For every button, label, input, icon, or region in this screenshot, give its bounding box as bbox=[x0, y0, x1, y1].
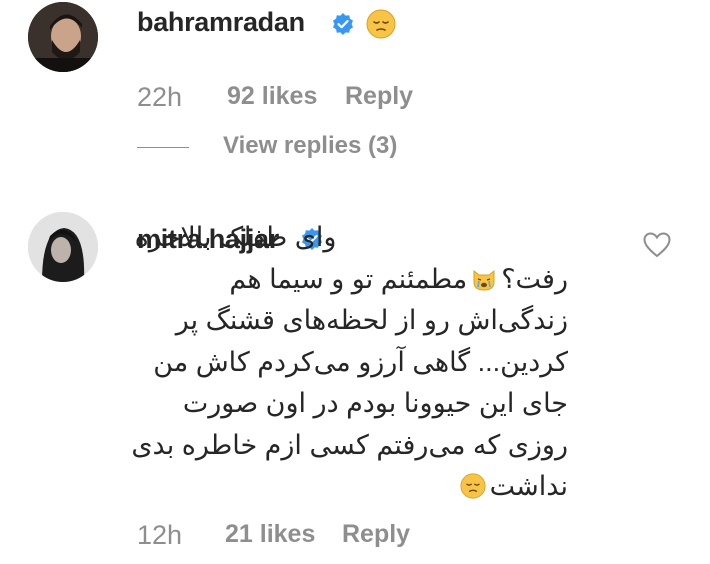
timestamp: 22h bbox=[137, 82, 183, 112]
comment-mitra-hajjar: mitra.hajjar وای طفلک بالاخره رفت؟ مطمئن… bbox=[0, 190, 710, 564]
likes-count[interactable]: 21 likes bbox=[225, 520, 315, 549]
avatar[interactable] bbox=[28, 212, 98, 282]
view-replies-label: View replies (3) bbox=[223, 132, 398, 159]
timestamp: 12h bbox=[137, 520, 183, 550]
comment-text: وای طفلک بالاخره رفت؟ مطمئنم تو و سیما ه… bbox=[128, 217, 568, 508]
user-avatar-icon bbox=[28, 212, 98, 282]
reply-button[interactable]: Reply bbox=[342, 520, 410, 549]
crying-cat-face-icon bbox=[473, 269, 495, 291]
reply-button[interactable]: Reply bbox=[345, 82, 413, 111]
divider bbox=[137, 147, 189, 148]
heart-icon[interactable] bbox=[643, 232, 671, 258]
user-avatar-icon bbox=[28, 2, 98, 72]
comment-text-part2: مطمئنم تو و سیما هم زندگی‌اش رو از لحظه‌… bbox=[131, 263, 568, 502]
likes-count[interactable]: 92 likes bbox=[227, 82, 317, 111]
avatar[interactable] bbox=[28, 2, 98, 72]
comment-bahramradan: bahramradan 22h 92 likes Reply View repl… bbox=[0, 0, 710, 180]
pensive-face-icon bbox=[366, 9, 396, 39]
verified-badge-icon bbox=[333, 13, 353, 35]
username[interactable]: bahramradan bbox=[137, 7, 305, 38]
pensive-face-icon bbox=[460, 473, 486, 499]
